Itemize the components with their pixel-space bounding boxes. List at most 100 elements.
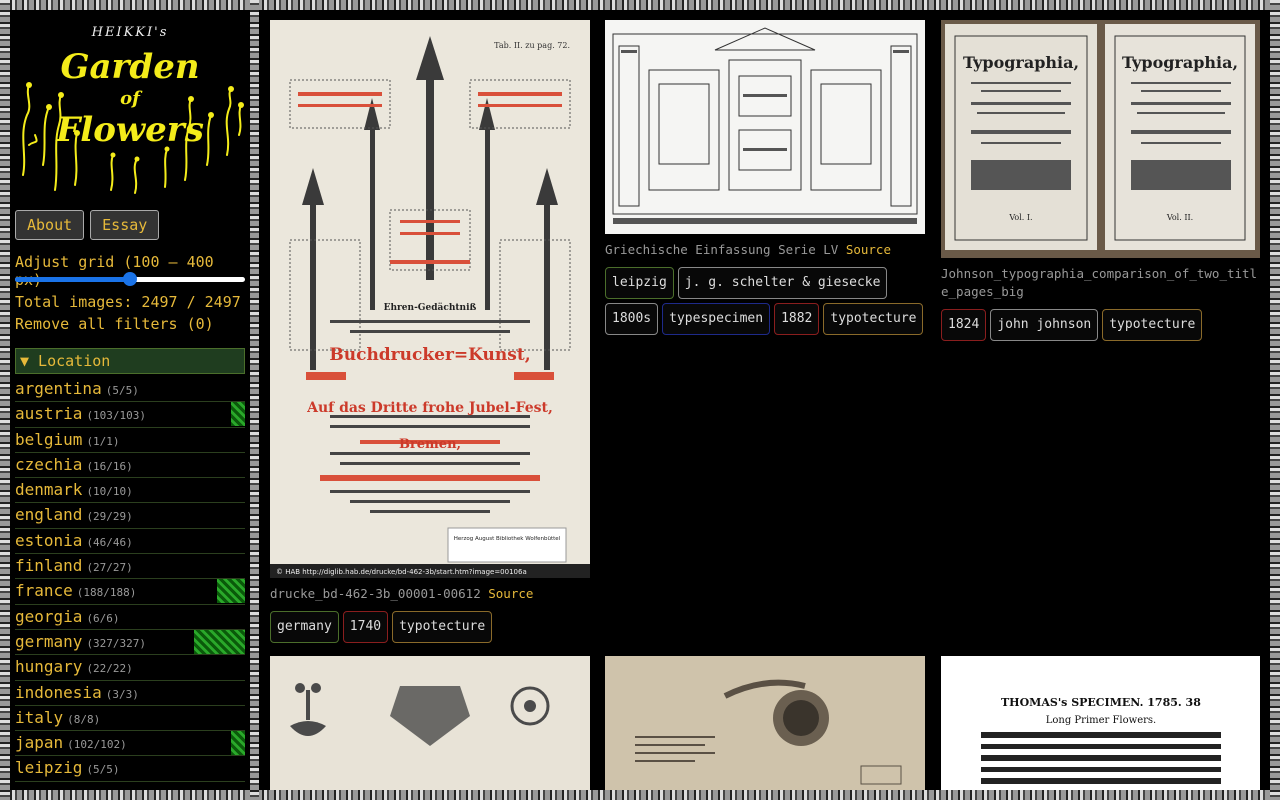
typographia-image: Typographia, Typographia, Vol. I. Vol. I… [941, 20, 1260, 258]
location-count: (103/103) [86, 409, 147, 423]
location-filter-item[interactable]: finland (27/27) [15, 554, 245, 580]
location-count: (16/16) [86, 459, 133, 473]
broadside-place: Bremen, [399, 437, 461, 452]
image-card[interactable]: Typographia, Typographia, Vol. I. Vol. I… [941, 20, 1260, 341]
tag-person[interactable]: 1800s [605, 303, 659, 335]
tag-person[interactable]: john johnson [990, 309, 1099, 341]
engraving-image [605, 656, 925, 790]
broadside-library-label: Herzog August Bibliothek Wolfenbüttel [454, 536, 561, 542]
location-count: (10/10) [86, 485, 133, 499]
broadside-image: Tab. II. zu pag. 72. Ehren-Gedächtniß Bu… [270, 20, 590, 578]
location-filter-item[interactable]: japan (102/102) [15, 731, 245, 757]
image-card[interactable]: THOMAS's SPECIMEN. 1785. 38 Long Primer … [941, 656, 1260, 790]
essay-button[interactable]: Essay [90, 210, 160, 240]
location-filter-item[interactable]: denmark (10/10) [15, 478, 245, 504]
tag-person[interactable]: j. g. schelter & giesecke [677, 267, 888, 299]
image-gallery: Tab. II. zu pag. 72. Ehren-Gedächtniß Bu… [270, 20, 1260, 790]
specimen-page-image: THOMAS's SPECIMEN. 1785. 38 Long Primer … [941, 656, 1260, 790]
location-count: (6/6) [86, 611, 120, 625]
location-share-bar [231, 402, 245, 427]
about-button[interactable]: About [15, 210, 85, 240]
location-name: estonia [15, 530, 83, 550]
location-filter-item[interactable]: indonesia (3/3) [15, 681, 245, 706]
image-card[interactable]: Griechische Einfassung Serie LV Source l… [605, 20, 925, 335]
location-name: belgium [15, 429, 83, 449]
location-count: (102/102) [67, 738, 127, 752]
tag-loc[interactable]: germany [270, 611, 339, 643]
location-filter-item[interactable]: hungary (22/22) [15, 655, 245, 681]
image-title: Johnson_typographia_comparison_of_two_ti… [941, 266, 1258, 299]
location-filter-header[interactable]: ▼ Location [15, 348, 245, 374]
border-bottom [0, 790, 1280, 800]
tag-year[interactable]: 1824 [941, 309, 987, 341]
location-share-bar [231, 731, 245, 756]
logo-line-3: Flowers [56, 110, 204, 150]
tag-year[interactable]: 1740 [342, 611, 389, 643]
ornament-image [270, 656, 590, 790]
logo-line-2: of [120, 88, 140, 109]
tag-year[interactable]: 1882 [774, 303, 820, 335]
image-title: drucke_bd-462-3b_00001-00612 [270, 586, 481, 601]
specimen-subheading: Long Primer Flowers. [1046, 715, 1156, 726]
image-card[interactable] [270, 656, 590, 790]
border-right [1270, 0, 1280, 800]
location-share-bar [217, 579, 245, 604]
total-images: Total images: 2497 / 2497 [15, 293, 241, 311]
image-card[interactable]: Tab. II. zu pag. 72. Ehren-Gedächtniß Bu… [270, 20, 590, 643]
location-share-bar [194, 629, 245, 654]
image-thumbnail[interactable] [605, 656, 925, 790]
location-filter-list: argentina (5/5) austria (103/103) belgium (1/… [15, 377, 245, 782]
broadside-subtitle: Auf das Dritte frohe Jubel-Fest, [306, 400, 553, 416]
typographia-title-right: Typographia, [1122, 53, 1238, 72]
location-filter-item[interactable]: georgia (6/6) [15, 605, 245, 630]
location-count: (46/46) [86, 535, 133, 549]
location-filter-item[interactable]: france (188/188) [15, 579, 245, 605]
slider-thumb[interactable] [123, 272, 137, 286]
remove-filters-link[interactable]: Remove all filters (0) [15, 315, 214, 333]
location-count: (5/5) [105, 384, 139, 397]
tag-type[interactable]: typotecture [1102, 309, 1203, 341]
location-name: leipzig [15, 758, 83, 778]
tag-type2[interactable]: typespecimen [662, 303, 771, 335]
source-link[interactable]: Source [846, 242, 891, 257]
grid-size-slider[interactable] [15, 272, 245, 286]
location-filter-item[interactable]: argentina (5/5) [15, 377, 245, 403]
site-logo[interactable]: HEIKKI's Garden of Flowers [15, 15, 245, 195]
location-filter-item[interactable]: leipzig (5/5) [15, 756, 245, 782]
image-thumbnail[interactable] [605, 20, 925, 234]
tag-loc[interactable]: leipzig [605, 267, 674, 299]
location-count: (29/29) [86, 510, 133, 524]
location-filter-item[interactable]: germany (327/327) [15, 629, 245, 656]
location-name: england [15, 505, 83, 525]
location-count: (188/188) [76, 586, 137, 600]
location-filter-item[interactable]: estonia (46/46) [15, 529, 245, 555]
image-thumbnail[interactable]: THOMAS's SPECIMEN. 1785. 38 Long Primer … [941, 656, 1260, 790]
location-filter-item[interactable]: england (29/29) [15, 503, 245, 529]
location-filter-item[interactable]: italy (8/8) [15, 706, 245, 732]
location-name: germany [15, 631, 83, 651]
border-top [0, 0, 1280, 10]
image-thumbnail[interactable]: Typographia, Typographia, Vol. I. Vol. I… [941, 20, 1260, 258]
location-filter-item[interactable]: belgium (1/1) [15, 428, 245, 453]
broadside-big-text: Buchdrucker=Kunst, [329, 345, 530, 365]
location-name: indonesia [15, 682, 102, 702]
location-filter-item[interactable]: czechia (16/16) [15, 453, 245, 479]
source-link[interactable]: Source [488, 586, 533, 601]
image-thumbnail[interactable] [270, 656, 590, 790]
slider-fill [15, 277, 130, 282]
image-thumbnail[interactable]: Tab. II. zu pag. 72. Ehren-Gedächtniß Bu… [270, 20, 590, 578]
image-card[interactable] [605, 656, 925, 790]
location-count: (5/5) [86, 763, 120, 777]
tag-type[interactable]: typotecture [392, 611, 493, 643]
image-caption: drucke_bd-462-3b_00001-00612 Source [270, 585, 590, 603]
nav-buttons: About Essay [15, 210, 160, 240]
border-specimen-image [605, 20, 925, 234]
location-name: czechia [15, 454, 83, 474]
typographia-vol-left: Vol. I. [1008, 213, 1032, 222]
location-count: (1/1) [86, 434, 120, 448]
image-caption: Griechische Einfassung Serie LV Source [605, 241, 925, 259]
location-filter-item[interactable]: austria (103/103) [15, 402, 245, 428]
specimen-heading: THOMAS's SPECIMEN. 1785. 38 [1001, 696, 1201, 709]
logo-line-1: Garden [60, 47, 200, 87]
tag-type[interactable]: typotecture [823, 303, 924, 335]
